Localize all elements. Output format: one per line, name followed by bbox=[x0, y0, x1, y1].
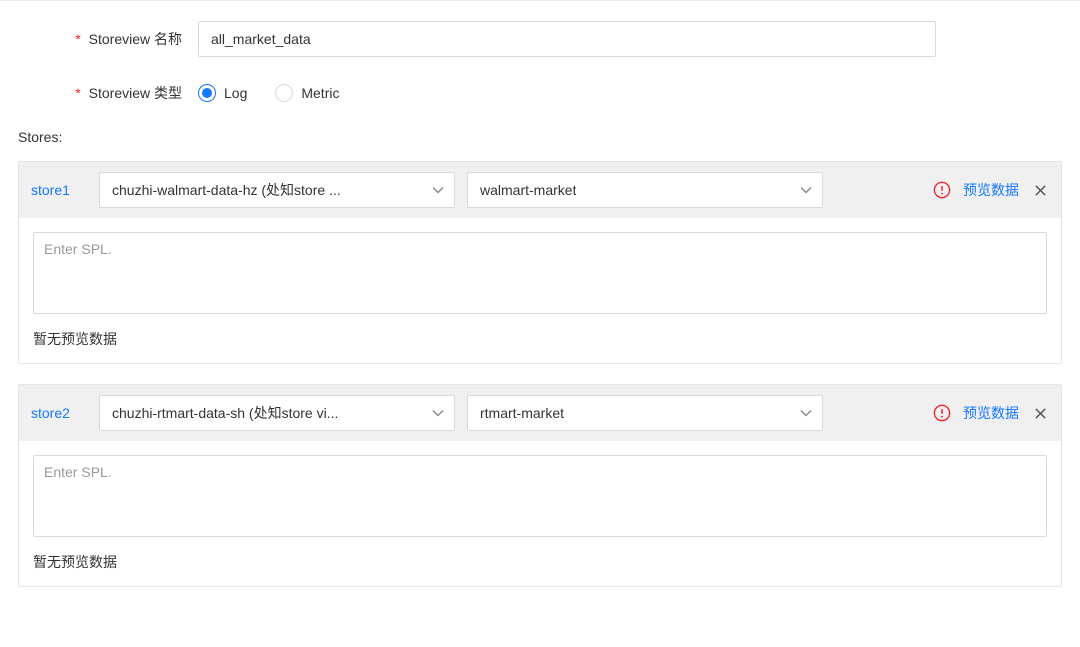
required-asterisk: * bbox=[75, 85, 80, 101]
store-header: store2 chuzhi-rtmart-data-sh (处知store vi… bbox=[19, 385, 1061, 441]
store-select[interactable]: walmart-market bbox=[467, 172, 823, 208]
chevron-down-icon bbox=[432, 409, 444, 417]
radio-circle-log bbox=[198, 84, 216, 102]
storeview-name-input[interactable] bbox=[198, 21, 936, 57]
storeview-type-row: * Storeview 类型 Log Metric bbox=[18, 83, 1062, 103]
store-body: 暂无预览数据 bbox=[19, 441, 1061, 586]
close-icon bbox=[1034, 407, 1047, 420]
project-select[interactable]: chuzhi-rtmart-data-sh (处知store vi... bbox=[99, 395, 455, 431]
store-name: store1 bbox=[31, 182, 87, 198]
store-card: store2 chuzhi-rtmart-data-sh (处知store vi… bbox=[18, 384, 1062, 587]
required-asterisk: * bbox=[75, 31, 80, 47]
radio-metric[interactable]: Metric bbox=[275, 84, 339, 102]
project-select-value: chuzhi-rtmart-data-sh (处知store vi... bbox=[112, 403, 338, 423]
close-icon bbox=[1034, 184, 1047, 197]
store-header: store1 chuzhi-walmart-data-hz (处知store .… bbox=[19, 162, 1061, 218]
no-preview-text: 暂无预览数据 bbox=[33, 329, 1047, 349]
storeview-name-row: * Storeview 名称 bbox=[18, 21, 1062, 57]
alert-icon bbox=[933, 404, 951, 422]
radio-label-metric: Metric bbox=[301, 85, 339, 101]
store-body: 暂无预览数据 bbox=[19, 218, 1061, 363]
storeview-type-label: * Storeview 类型 bbox=[18, 83, 198, 103]
chevron-down-icon bbox=[800, 409, 812, 417]
alert-icon bbox=[933, 181, 951, 199]
project-select-value: chuzhi-walmart-data-hz (处知store ... bbox=[112, 180, 341, 200]
project-select[interactable]: chuzhi-walmart-data-hz (处知store ... bbox=[99, 172, 455, 208]
remove-store-button[interactable] bbox=[1031, 404, 1049, 422]
spl-input[interactable] bbox=[33, 232, 1047, 314]
chevron-down-icon bbox=[432, 186, 444, 194]
storeview-type-label-text: Storeview 类型 bbox=[89, 85, 182, 101]
no-preview-text: 暂无预览数据 bbox=[33, 552, 1047, 572]
store-card: store1 chuzhi-walmart-data-hz (处知store .… bbox=[18, 161, 1062, 364]
preview-data-link[interactable]: 预览数据 bbox=[963, 403, 1019, 423]
radio-log[interactable]: Log bbox=[198, 84, 247, 102]
store-select-value: walmart-market bbox=[480, 182, 576, 198]
radio-label-log: Log bbox=[224, 85, 247, 101]
storeview-name-label-text: Storeview 名称 bbox=[89, 31, 182, 47]
remove-store-button[interactable] bbox=[1031, 181, 1049, 199]
spl-input[interactable] bbox=[33, 455, 1047, 537]
chevron-down-icon bbox=[800, 186, 812, 194]
storeview-type-radios: Log Metric bbox=[198, 84, 339, 102]
store-select[interactable]: rtmart-market bbox=[467, 395, 823, 431]
storeview-name-label: * Storeview 名称 bbox=[18, 29, 198, 49]
stores-section-label: Stores: bbox=[18, 129, 1062, 145]
radio-dot bbox=[202, 88, 212, 98]
store-name: store2 bbox=[31, 405, 87, 421]
preview-data-link[interactable]: 预览数据 bbox=[963, 180, 1019, 200]
radio-circle-metric bbox=[275, 84, 293, 102]
store-select-value: rtmart-market bbox=[480, 405, 564, 421]
